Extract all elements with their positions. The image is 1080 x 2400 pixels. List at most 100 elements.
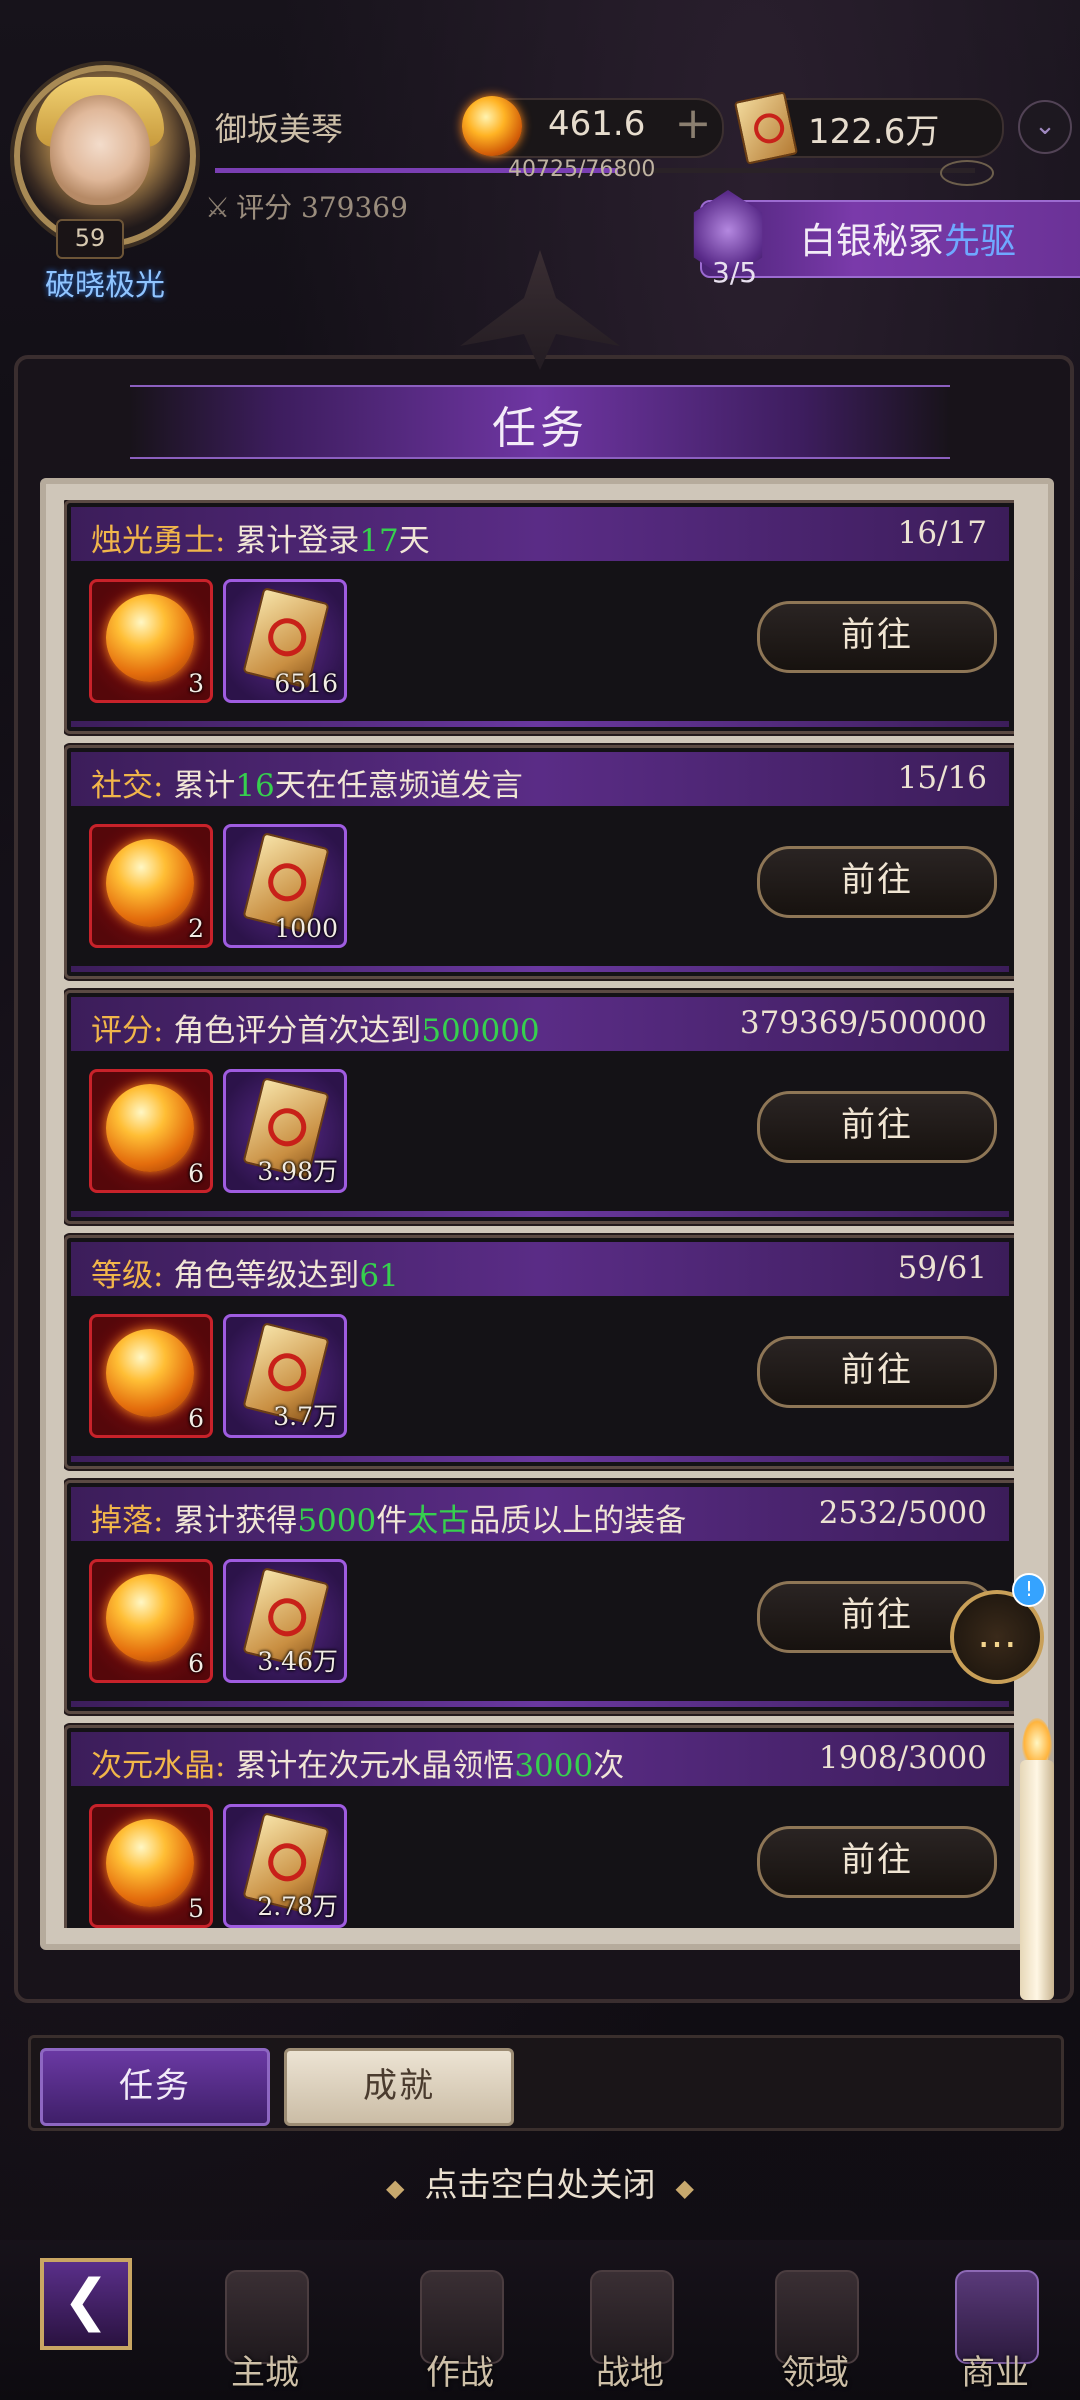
chevron-down-icon[interactable]: ⌄ bbox=[1018, 100, 1072, 154]
reward-gold-orb[interactable]: 6 bbox=[89, 1314, 213, 1438]
task-category: 掉落: bbox=[91, 1503, 164, 1539]
task-category: 社交: bbox=[91, 768, 164, 804]
tab-tasks[interactable]: 任务 bbox=[40, 2048, 270, 2126]
go-button[interactable]: 前往 bbox=[757, 1336, 997, 1408]
reward-gold-orb[interactable]: 2 bbox=[89, 824, 213, 948]
nav-label: 作战 bbox=[426, 2353, 494, 2393]
card-currency-value: 122.6万 bbox=[808, 112, 940, 152]
task-progress: 16/17 bbox=[897, 515, 987, 551]
nav-commerce[interactable]: 商业 bbox=[920, 2250, 1070, 2400]
task-list[interactable]: 烛光勇士: 累计登录17天 16/17 3 6516 前往 社交: 累计16天在… bbox=[64, 500, 1014, 1928]
reward-gold-orb[interactable]: 6 bbox=[89, 1559, 213, 1683]
task-text: 累计获得 bbox=[173, 1503, 298, 1539]
task-text: 件 bbox=[376, 1503, 408, 1539]
reward-summon-card[interactable]: 1000 bbox=[223, 824, 347, 948]
reward-gold-orb[interactable]: 3 bbox=[89, 579, 213, 703]
reward-quantity: 2.78万 bbox=[257, 1892, 338, 1921]
ornament-left-icon: ◆ bbox=[386, 2174, 405, 2202]
reward-gold-orb[interactable]: 5 bbox=[89, 1804, 213, 1928]
crossed-swords-icon: ⚔ bbox=[205, 191, 231, 224]
back-arrow-icon[interactable]: ❮ bbox=[40, 2258, 132, 2350]
event-label-accent: 先驱 bbox=[944, 221, 1017, 262]
nav-domain[interactable]: 领域 bbox=[740, 2250, 890, 2400]
task-header: 评分: 角色评分首次达到500000 379369/500000 bbox=[71, 997, 1009, 1051]
reward-quantity: 6 bbox=[188, 1649, 204, 1678]
nav-label: 主城 bbox=[231, 2353, 299, 2393]
task-progress: 1908/3000 bbox=[818, 1740, 987, 1776]
task-footer bbox=[71, 1701, 1009, 1707]
task-target: 16 bbox=[235, 768, 275, 804]
reward-summon-card[interactable]: 3.7万 bbox=[223, 1314, 347, 1438]
gold-orb-icon bbox=[106, 1329, 194, 1417]
gold-orb-icon bbox=[106, 1084, 194, 1172]
power-score: ⚔ 评分 379369 bbox=[205, 186, 408, 226]
player-title: 破晓极光 bbox=[45, 268, 165, 303]
nav-label: 战地 bbox=[596, 2353, 664, 2393]
reward-gold-orb[interactable]: 6 bbox=[89, 1069, 213, 1193]
task-footer bbox=[71, 966, 1009, 972]
player-avatar[interactable]: 59 破晓极光 bbox=[0, 55, 205, 303]
close-hint[interactable]: ◆ 点击空白处关闭 ◆ bbox=[0, 2158, 1080, 2206]
task-target: 61 bbox=[359, 1258, 399, 1294]
task-card: 掉落: 累计获得5000件太古品质以上的装备 2532/5000 6 3.46万… bbox=[64, 1480, 1014, 1714]
task-target: 17 bbox=[359, 523, 399, 559]
task-text: 累计登录 bbox=[235, 523, 360, 559]
reward-summon-card[interactable]: 6516 bbox=[223, 579, 347, 703]
go-button[interactable]: 前往 bbox=[757, 1826, 997, 1898]
task-target: 3000 bbox=[514, 1748, 594, 1784]
task-header: 社交: 累计16天在任意频道发言 15/16 bbox=[71, 752, 1009, 806]
nav-battlefield[interactable]: 战地 bbox=[555, 2250, 705, 2400]
event-progress: 3/5 bbox=[712, 256, 758, 289]
task-text: 角色等级达到 bbox=[173, 1258, 360, 1294]
task-header: 掉落: 累计获得5000件太古品质以上的装备 2532/5000 bbox=[71, 1487, 1009, 1541]
reward-summon-card[interactable]: 3.98万 bbox=[223, 1069, 347, 1193]
task-text: 次 bbox=[593, 1748, 625, 1784]
reward-quantity: 6 bbox=[188, 1404, 204, 1433]
task-category: 评分: bbox=[91, 1013, 164, 1049]
task-category: 次元水晶: bbox=[91, 1748, 226, 1784]
task-target: 500000 bbox=[421, 1013, 540, 1049]
reward-quantity: 2 bbox=[188, 914, 204, 943]
task-card: 等级: 角色等级达到61 59/61 6 3.7万 前往 bbox=[64, 1235, 1014, 1469]
tab-achievements[interactable]: 成就 bbox=[284, 2048, 514, 2126]
go-button[interactable]: 前往 bbox=[757, 1091, 997, 1163]
task-category: 等级: bbox=[91, 1258, 164, 1294]
task-text: 角色评分首次达到 bbox=[173, 1013, 422, 1049]
task-text: 天 bbox=[398, 523, 430, 559]
candle-decoration bbox=[1020, 1760, 1054, 2000]
task-footer bbox=[71, 721, 1009, 727]
nav-combat[interactable]: 作战 bbox=[385, 2250, 535, 2400]
nav-label: 商业 bbox=[961, 2353, 1029, 2393]
reward-summon-card[interactable]: 3.46万 bbox=[223, 1559, 347, 1683]
gold-orb-icon bbox=[106, 1819, 194, 1907]
task-title: 烛光勇士: 累计登录17天 bbox=[91, 515, 430, 560]
task-text: 累计在次元水晶领悟 bbox=[235, 1748, 515, 1784]
task-progress: 59/61 bbox=[897, 1250, 987, 1286]
gold-orb-icon bbox=[106, 839, 194, 927]
task-card: 次元水晶: 累计在次元水晶领悟3000次 1908/3000 5 2.78万 前… bbox=[64, 1725, 1014, 1928]
gold-orb-value: 461.6 bbox=[548, 104, 646, 144]
task-card: 社交: 累计16天在任意频道发言 15/16 2 1000 前往 bbox=[64, 745, 1014, 979]
go-button[interactable]: 前往 bbox=[757, 846, 997, 918]
task-category: 烛光勇士: bbox=[91, 523, 226, 559]
eye-icon[interactable] bbox=[940, 160, 994, 186]
task-text: 品质以上的装备 bbox=[469, 1503, 687, 1539]
reward-quantity: 3 bbox=[188, 669, 204, 698]
reward-quantity: 3.98万 bbox=[257, 1157, 338, 1186]
add-gold-orb-button[interactable]: + bbox=[668, 100, 718, 150]
task-quality: 太古 bbox=[407, 1503, 470, 1539]
reward-summon-card[interactable]: 2.78万 bbox=[223, 1804, 347, 1928]
nav-main-city[interactable]: 主城 bbox=[190, 2250, 340, 2400]
task-header: 烛光勇士: 累计登录17天 16/17 bbox=[71, 507, 1009, 561]
reward-quantity: 6516 bbox=[274, 669, 338, 698]
avatar-portrait bbox=[50, 95, 150, 205]
go-button[interactable]: 前往 bbox=[757, 601, 997, 673]
alert-badge-icon: ! bbox=[1012, 1573, 1046, 1607]
task-title: 社交: 累计16天在任意频道发言 bbox=[91, 760, 523, 805]
gold-orb-icon bbox=[462, 96, 522, 156]
task-footer bbox=[71, 1211, 1009, 1217]
task-progress: 15/16 bbox=[897, 760, 987, 796]
reward-quantity: 3.7万 bbox=[273, 1402, 338, 1431]
event-label: 白银秘冢先驱 bbox=[800, 212, 1016, 264]
task-title: 掉落: 累计获得5000件太古品质以上的装备 bbox=[91, 1495, 686, 1540]
